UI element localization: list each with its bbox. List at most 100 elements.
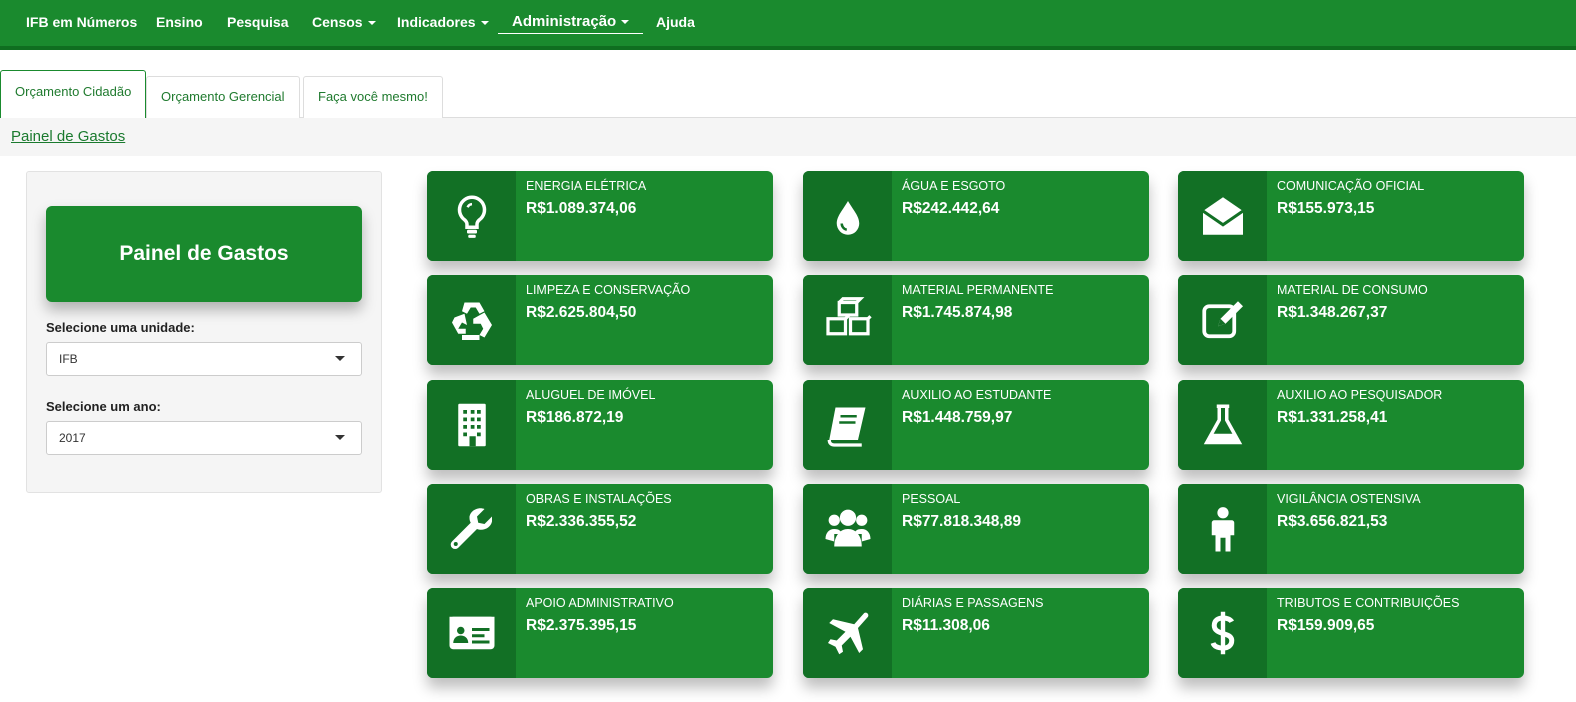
card-value: R$155.973,15 [1277, 200, 1375, 217]
envelope-open-icon [1198, 191, 1248, 241]
building-icon [447, 400, 497, 450]
users-icon [823, 504, 873, 554]
book-icon [823, 400, 873, 450]
card-value: R$3.656.821,53 [1277, 513, 1388, 530]
nav-item-censos[interactable]: Censos [312, 0, 376, 46]
caret-down-icon [367, 21, 376, 26]
tab-orcamento-gerencial[interactable]: Orçamento Gerencial [146, 76, 300, 118]
card-icon-box [427, 484, 516, 574]
card-value: R$159.909,65 [1277, 617, 1375, 634]
nav-item-administracao-label: Administração [512, 13, 617, 30]
caret-down-icon [621, 20, 630, 25]
card-label: ENERGIA ELÉTRICA [526, 179, 647, 193]
card-icon-box [427, 275, 516, 365]
card-value: R$1.448.759,97 [902, 409, 1013, 426]
expense-card: APOIO ADMINISTRATIVO R$2.375.395,15 [427, 588, 773, 678]
expense-card: COMUNICAÇÃO OFICIAL R$155.973,15 [1178, 171, 1524, 261]
card-value: R$2.336.355,52 [526, 513, 637, 530]
card-value: R$2.625.804,50 [526, 304, 637, 321]
card-label: TRIBUTOS E CONTRIBUIÇÕES [1277, 596, 1460, 610]
card-label: AUXILIO AO PESQUISADOR [1277, 388, 1443, 402]
tab-bar: Orçamento Cidadão Orçamento Gerencial Fa… [0, 70, 1576, 119]
edit-icon [1198, 295, 1248, 345]
nav-item-indicadores-label: Indicadores [397, 14, 476, 30]
card-icon-box [1178, 275, 1267, 365]
panel-title: Painel de Gastos [46, 206, 362, 302]
card-value: R$186.872,19 [526, 409, 624, 426]
nav-item-indicadores[interactable]: Indicadores [397, 0, 489, 46]
nav-item-ensino[interactable]: Ensino [156, 0, 203, 46]
card-value: R$11.308,06 [902, 617, 990, 634]
card-value: R$1.348.267,37 [1277, 304, 1388, 321]
card-label: VIGILÂNCIA OSTENSIVA [1277, 492, 1421, 506]
card-icon-box [1178, 484, 1267, 574]
caret-down-icon [480, 21, 489, 26]
card-icon-box [1178, 588, 1267, 678]
nav-item-ajuda[interactable]: Ajuda [656, 0, 695, 46]
card-label: DIÁRIAS E PASSAGENS [902, 596, 1044, 610]
card-label: AUXILIO AO ESTUDANTE [902, 388, 1052, 402]
expense-card: TRIBUTOS E CONTRIBUIÇÕES R$159.909,65 [1178, 588, 1524, 678]
id-card-icon [447, 608, 497, 658]
card-value: R$77.818.348,89 [902, 513, 1021, 530]
recycle-icon [447, 295, 497, 345]
unit-select-value: IFB [59, 352, 78, 366]
card-value: R$1.745.874,98 [902, 304, 1013, 321]
card-icon-box [1178, 380, 1267, 470]
male-icon [1198, 504, 1248, 554]
card-icon-box [427, 380, 516, 470]
card-label: LIMPEZA E CONSERVAÇÃO [526, 283, 691, 297]
card-label: OBRAS E INSTALAÇÕES [526, 492, 672, 506]
unit-select[interactable]: IFB [46, 342, 362, 376]
expense-card: AUXILIO AO ESTUDANTE R$1.448.759,97 [803, 380, 1149, 470]
expense-card: ALUGUEL DE IMÓVEL R$186.872,19 [427, 380, 773, 470]
plane-icon [823, 608, 873, 658]
nav-item-administracao[interactable]: Administração [497, 0, 644, 46]
filter-panel: Painel de Gastos Selecione uma unidade: … [26, 171, 382, 493]
top-navbar: IFB em Números Ensino Pesquisa Censos In… [0, 0, 1576, 50]
expense-card: VIGILÂNCIA OSTENSIVA R$3.656.821,53 [1178, 484, 1524, 574]
cubes-icon [823, 295, 873, 345]
year-select-value: 2017 [59, 431, 86, 445]
nav-brand-link[interactable]: IFB em Números [26, 0, 137, 46]
dollar-icon [1198, 608, 1248, 658]
expense-card: AUXILIO AO PESQUISADOR R$1.331.258,41 [1178, 380, 1524, 470]
expense-card: ÁGUA E ESGOTO R$242.442,64 [803, 171, 1149, 261]
card-value: R$1.089.374,06 [526, 200, 637, 217]
expense-card: DIÁRIAS E PASSAGENS R$11.308,06 [803, 588, 1149, 678]
dropdown-arrow-icon [335, 435, 345, 440]
card-label: ÁGUA E ESGOTO [902, 179, 1006, 193]
water-drop-icon [823, 191, 873, 241]
card-value: R$242.442,64 [902, 200, 1000, 217]
card-icon-box [1178, 171, 1267, 261]
card-icon-box [803, 484, 892, 574]
card-icon-box [427, 171, 516, 261]
nav-item-censos-label: Censos [312, 14, 363, 30]
expense-card: MATERIAL DE CONSUMO R$1.348.267,37 [1178, 275, 1524, 365]
lightbulb-icon [447, 191, 497, 241]
card-label: APOIO ADMINISTRATIVO [526, 596, 674, 610]
card-label: MATERIAL PERMANENTE [902, 283, 1054, 297]
card-icon-box [803, 588, 892, 678]
card-icon-box [803, 275, 892, 365]
card-label: MATERIAL DE CONSUMO [1277, 283, 1428, 297]
tab-faca-voce-mesmo[interactable]: Faça você mesmo! [303, 76, 443, 118]
card-icon-box [427, 588, 516, 678]
year-select[interactable]: 2017 [46, 421, 362, 455]
card-label: ALUGUEL DE IMÓVEL [526, 388, 656, 402]
expense-card: PESSOAL R$77.818.348,89 [803, 484, 1149, 574]
nav-item-pesquisa[interactable]: Pesquisa [227, 0, 288, 46]
breadcrumb-link[interactable]: Painel de Gastos [11, 128, 125, 145]
card-label: PESSOAL [902, 492, 961, 506]
dropdown-arrow-icon [335, 356, 345, 361]
card-value: R$2.375.395,15 [526, 617, 637, 634]
expense-card: MATERIAL PERMANENTE R$1.745.874,98 [803, 275, 1149, 365]
unit-select-label: Selecione uma unidade: [46, 320, 195, 335]
expense-card: OBRAS E INSTALAÇÕES R$2.336.355,52 [427, 484, 773, 574]
expense-card: ENERGIA ELÉTRICA R$1.089.374,06 [427, 171, 773, 261]
breadcrumb-bar: Painel de Gastos [0, 118, 1576, 156]
card-icon-box [803, 380, 892, 470]
wrench-icon [447, 504, 497, 554]
expense-card: LIMPEZA E CONSERVAÇÃO R$2.625.804,50 [427, 275, 773, 365]
tab-orcamento-cidadao[interactable]: Orçamento Cidadão [0, 70, 147, 119]
